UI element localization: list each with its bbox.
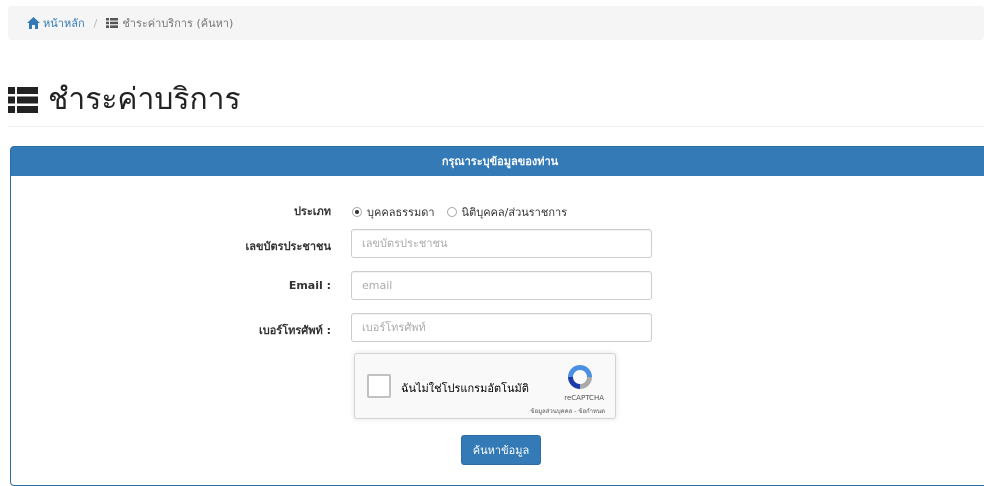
breadcrumb-home-label: หน้าหลัก — [43, 17, 85, 30]
breadcrumb-current-label: ชำระค่าบริการ (ค้นหา) — [122, 17, 234, 30]
radio-individual-label[interactable]: บุคคลธรรมดา — [367, 203, 435, 221]
phone-input[interactable] — [351, 313, 652, 342]
home-icon — [27, 17, 40, 29]
list-icon — [8, 86, 38, 113]
email-label: Email : — [288, 279, 331, 292]
recaptcha-checkbox[interactable] — [367, 374, 391, 398]
title-divider — [8, 126, 984, 127]
search-panel: กรุณาระบุข้อมูลของท่าน ประเภท บุคคลธรรมด… — [10, 146, 984, 486]
breadcrumb-current: ชำระค่าบริการ (ค้นหา) — [106, 14, 233, 32]
radio-juristic[interactable] — [446, 207, 457, 217]
recaptcha-widget: ฉันไม่ใช่โปรแกรมอัตโนมัติ reCAPTCHA ข้อม… — [354, 353, 616, 419]
type-label: ประเภท — [293, 205, 331, 218]
recaptcha-brand: reCAPTCHA — [564, 394, 604, 402]
recaptcha-label: ฉันไม่ใช่โปรแกรมอัตโนมัติ — [401, 382, 529, 395]
id-card-input[interactable] — [351, 229, 652, 258]
id-card-label: เลขบัตรประชาชน — [245, 240, 331, 253]
recaptcha-logo-icon — [568, 365, 592, 389]
page-title-text: ชำระค่าบริการ — [48, 82, 241, 117]
breadcrumb-home-link[interactable]: หน้าหลัก — [27, 14, 85, 32]
recaptcha-links[interactable]: ข้อมูลส่วนบุคคล - ข้อกำหนด — [530, 406, 605, 416]
list-icon — [106, 18, 119, 28]
breadcrumb-separator: / — [93, 16, 98, 30]
phone-label: เบอร์โทรศัพท์ : — [258, 324, 331, 337]
panel-heading: กรุณาระบุข้อมูลของท่าน — [11, 147, 984, 176]
search-button[interactable]: ค้นหาข้อมูล — [461, 435, 541, 465]
radio-juristic-label[interactable]: นิติบุคคล/ส่วนราชการ — [462, 203, 568, 221]
page-title: ชำระค่าบริการ — [8, 76, 241, 123]
breadcrumb: หน้าหลัก / ชำระค่าบริการ (ค้นหา) — [8, 6, 984, 40]
radio-individual[interactable] — [352, 207, 362, 217]
type-radio-group: บุคคลธรรมดา นิติบุคคล/ส่วนราชการ — [352, 203, 579, 221]
email-input[interactable] — [351, 271, 652, 300]
